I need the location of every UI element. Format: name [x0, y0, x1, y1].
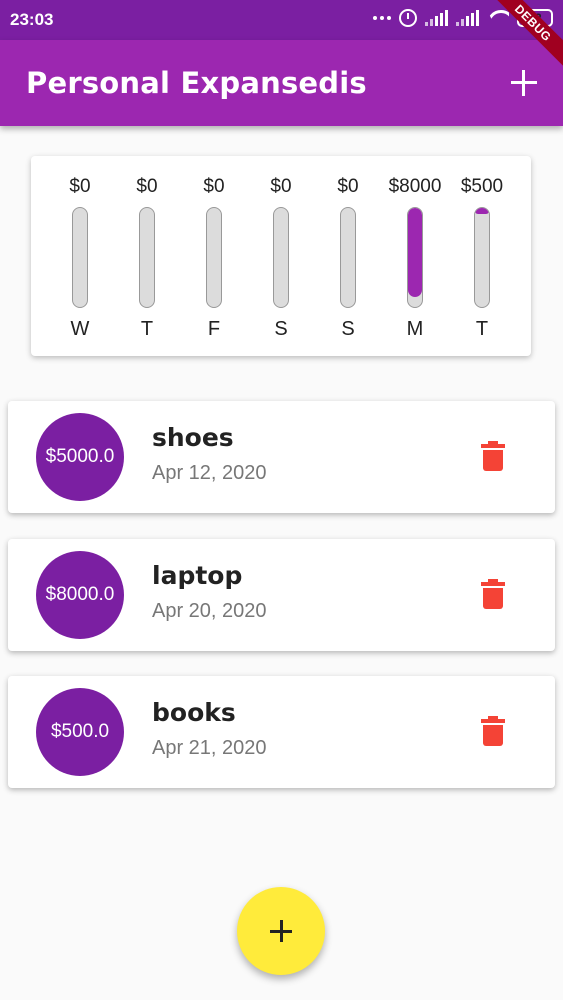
- bar-day: S: [274, 318, 288, 340]
- add-transaction-button[interactable]: [237, 887, 325, 975]
- bar-track: [340, 207, 356, 308]
- bar-track: [273, 207, 289, 308]
- bar-day: T: [475, 318, 489, 340]
- bar-amount: $0: [136, 176, 158, 197]
- transaction-title: books: [152, 698, 236, 727]
- bar-day: M: [406, 318, 424, 340]
- bar-track: [474, 207, 490, 308]
- chart-bar: $8000 M: [380, 156, 450, 356]
- bar-track: [407, 207, 423, 308]
- bar-amount: $8000: [388, 176, 442, 197]
- bar-amount: $0: [337, 176, 359, 197]
- chart-bar: $0 T: [112, 156, 182, 356]
- transaction-title: shoes: [152, 423, 234, 452]
- signal-icon: [425, 10, 448, 26]
- alarm-icon: [399, 9, 417, 27]
- amount-avatar: $5000.0: [36, 413, 124, 501]
- transaction-card: $8000.0 laptop Apr 20, 2020: [8, 539, 555, 651]
- transaction-date: Apr 21, 2020: [152, 737, 267, 759]
- app-title: Personal Expansedis: [26, 66, 367, 100]
- bar-day: F: [207, 318, 221, 340]
- chart-bar: $0 W: [45, 156, 115, 356]
- bar-amount: $500: [460, 176, 504, 197]
- bar-fill: [475, 208, 489, 214]
- delete-icon[interactable]: [481, 441, 505, 471]
- transaction-card: $500.0 books Apr 21, 2020: [8, 676, 555, 788]
- status-time: 23:03: [10, 10, 54, 29]
- bar-day: T: [140, 318, 154, 340]
- app-bar: Personal Expansedis: [0, 40, 563, 126]
- delete-icon[interactable]: [481, 716, 505, 746]
- delete-icon[interactable]: [481, 579, 505, 609]
- bar-track: [72, 207, 88, 308]
- chart-bar: $0 F: [179, 156, 249, 356]
- bar-track: [206, 207, 222, 308]
- transaction-card: $5000.0 shoes Apr 12, 2020: [8, 401, 555, 513]
- bar-amount: $0: [270, 176, 292, 197]
- bar-amount: $0: [203, 176, 225, 197]
- dots-icon: [373, 16, 391, 20]
- chart-card: $0 W $0 T $0 F $0 S $0 S $8000 M $500 T: [31, 156, 531, 356]
- wifi-icon: [487, 10, 509, 26]
- bar-fill: [408, 208, 422, 298]
- status-bar: 23:03 42: [0, 0, 563, 40]
- chart-bar: $500 T: [447, 156, 517, 356]
- transaction-date: Apr 12, 2020: [152, 462, 267, 484]
- bar-day: W: [70, 318, 90, 340]
- transaction-title: laptop: [152, 561, 243, 590]
- bar-track: [139, 207, 155, 308]
- transaction-date: Apr 20, 2020: [152, 600, 267, 622]
- chart-bar: $0 S: [246, 156, 316, 356]
- amount-avatar: $500.0: [36, 688, 124, 776]
- amount-avatar: $8000.0: [36, 551, 124, 639]
- chart-bar: $0 S: [313, 156, 383, 356]
- bar-day: S: [341, 318, 355, 340]
- signal-icon: [456, 10, 479, 26]
- plus-icon[interactable]: [507, 66, 541, 100]
- bar-amount: $0: [69, 176, 91, 197]
